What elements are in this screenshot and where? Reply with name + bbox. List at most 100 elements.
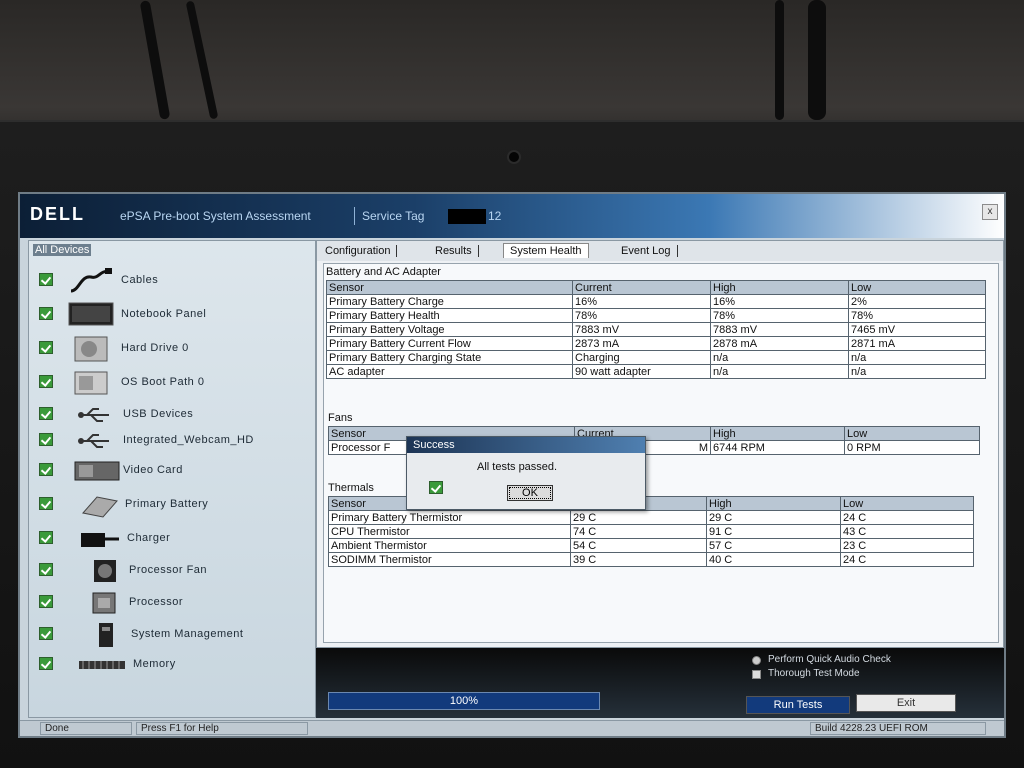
device-item-system-management[interactable]: System Management <box>29 621 315 651</box>
cell: 16% <box>572 294 711 309</box>
tab-event-log[interactable]: Event Log <box>621 245 678 257</box>
passed-check-icon <box>39 433 53 446</box>
device-label: Memory <box>133 658 176 670</box>
exit-button[interactable]: Exit <box>856 694 956 712</box>
cell: 74 C <box>570 524 707 539</box>
cell: 24 C <box>840 510 974 525</box>
device-item-video-card[interactable]: Video Card <box>29 457 315 487</box>
fan-icon <box>94 560 116 582</box>
cell: 43 C <box>840 524 974 539</box>
passed-check-icon <box>39 375 53 388</box>
thorough-mode-checkbox[interactable] <box>752 670 761 679</box>
column-header: Current <box>572 280 711 295</box>
passed-check-icon <box>39 497 53 510</box>
cell: 7465 mV <box>848 322 986 337</box>
cell: Primary Battery Current Flow <box>326 336 573 351</box>
quick-audio-label: Perform Quick Audio Check <box>768 654 891 665</box>
video-card-icon <box>74 461 120 481</box>
usb-icon <box>78 408 109 422</box>
cell: n/a <box>848 350 986 365</box>
battery-section-title: Battery and AC Adapter <box>326 266 441 278</box>
background-cable <box>775 0 784 120</box>
tab-configuration[interactable]: Configuration <box>325 245 398 257</box>
cell: 23 C <box>840 538 974 553</box>
device-label: Notebook Panel <box>121 308 207 320</box>
cell: 0 RPM <box>844 440 980 455</box>
control-area: 100% Perform Quick Audio Check Thorough … <box>316 648 1004 718</box>
status-bar: Done Press F1 for Help Build 4228.23 UEF… <box>20 720 1004 736</box>
cell: Primary Battery Charging State <box>326 350 573 365</box>
table-row: Primary Battery Charging State Charging n/… <box>326 350 986 365</box>
device-label: Processor Fan <box>129 564 208 576</box>
device-item-os-boot-path[interactable]: OS Boot Path 0 <box>29 369 315 399</box>
run-tests-button[interactable]: Run Tests <box>746 696 850 714</box>
cell: 2871 mA <box>848 336 986 351</box>
service-tag-redaction <box>448 209 486 224</box>
device-item-webcam[interactable]: Integrated_Webcam_HD <box>29 427 315 457</box>
cell: 6744 RPM <box>710 440 845 455</box>
close-button[interactable]: x <box>982 204 998 220</box>
webcam-lens <box>507 150 521 164</box>
cell: n/a <box>848 364 986 379</box>
device-item-hard-drive[interactable]: Hard Drive 0 <box>29 335 315 365</box>
battery-table: Sensor Current High Low Primary Battery … <box>326 280 986 379</box>
device-item-primary-battery[interactable]: Primary Battery <box>29 491 315 521</box>
device-label: Cables <box>121 274 159 286</box>
passed-check-icon <box>39 273 53 286</box>
title-bar: DELL ePSA Pre-boot System Assessment Ser… <box>20 194 1004 238</box>
device-label: Integrated_Webcam_HD <box>123 434 254 446</box>
cell: 24 C <box>840 552 974 567</box>
cell: SODIMM Thermistor <box>328 552 571 567</box>
title-separator <box>354 207 355 225</box>
column-header: Low <box>844 426 980 441</box>
boot-path-icon <box>74 371 108 395</box>
cell: 40 C <box>706 552 841 567</box>
all-devices-header[interactable]: All Devices <box>33 244 92 256</box>
cell: 90 watt adapter <box>572 364 711 379</box>
cable-icon <box>70 268 112 293</box>
device-list-panel: All Devices Cables Notebook Panel Hard D… <box>28 240 316 718</box>
status-build: Build 4228.23 UEFI ROM <box>810 722 986 735</box>
system-management-icon <box>99 623 113 647</box>
cell: 7883 mV <box>710 322 849 337</box>
device-item-cables[interactable]: Cables <box>29 267 315 297</box>
ok-button[interactable]: OK <box>507 485 553 501</box>
thermals-section-title: Thermals <box>328 482 374 494</box>
cell: AC adapter <box>326 364 573 379</box>
memory-icon <box>79 661 125 669</box>
cell: 91 C <box>706 524 841 539</box>
device-item-processor-fan[interactable]: Processor Fan <box>29 557 315 587</box>
tab-bar: Configuration Results System Health Even… <box>317 241 1003 261</box>
cell: Ambient Thermistor <box>328 538 571 553</box>
device-item-charger[interactable]: Charger <box>29 525 315 555</box>
dialog-message: All tests passed. <box>477 461 558 473</box>
cell: Primary Battery Charge <box>326 294 573 309</box>
background-cable <box>808 0 826 120</box>
cell: n/a <box>710 350 849 365</box>
fans-section-title: Fans <box>328 412 353 424</box>
dell-logo: DELL <box>30 204 85 224</box>
charger-icon <box>81 533 119 547</box>
tab-results[interactable]: Results <box>435 245 479 257</box>
cell: 2878 mA <box>710 336 849 351</box>
device-item-notebook-panel[interactable]: Notebook Panel <box>29 301 315 331</box>
cell: Charging <box>572 350 711 365</box>
passed-check-icon <box>39 657 53 670</box>
passed-check-icon <box>39 341 53 354</box>
tab-system-health[interactable]: System Health <box>503 243 589 258</box>
success-dialog: Success All tests passed. OK <box>406 436 646 510</box>
device-label: System Management <box>131 628 244 640</box>
table-row: Primary Battery Charge 16% 16% 2% <box>326 294 986 309</box>
table-row: Primary Battery Current Flow 2873 mA 2878 … <box>326 336 986 351</box>
status-state: Done <box>40 722 132 735</box>
service-tag-label: Service Tag <box>362 209 425 223</box>
quick-audio-radio[interactable] <box>752 656 761 665</box>
cell: 39 C <box>570 552 707 567</box>
device-item-memory[interactable]: Memory <box>29 651 315 681</box>
app-title: ePSA Pre-boot System Assessment <box>120 209 311 223</box>
device-item-processor[interactable]: Processor <box>29 589 315 619</box>
column-header: High <box>710 280 849 295</box>
cell: 16% <box>710 294 849 309</box>
passed-check-icon <box>39 407 53 420</box>
passed-check-icon <box>39 307 53 320</box>
